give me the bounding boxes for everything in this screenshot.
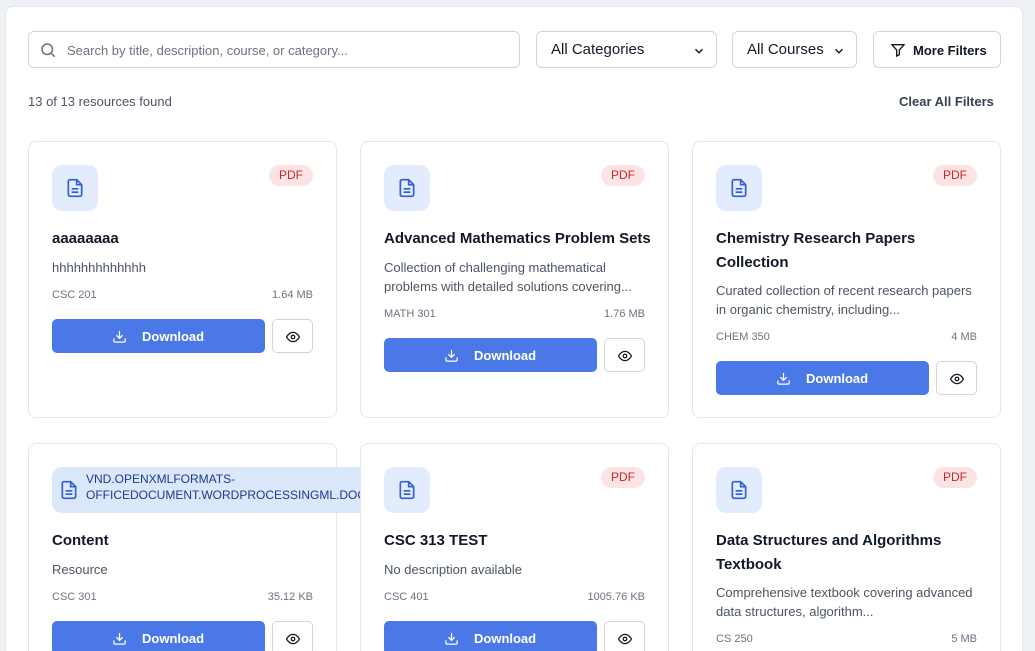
file-type-badge: PDF: [933, 467, 977, 488]
resource-size: 1.76 MB: [604, 308, 645, 320]
download-button[interactable]: Download: [384, 621, 597, 651]
file-text-icon: [67, 178, 83, 198]
download-button[interactable]: Download: [716, 361, 929, 395]
chevron-down-icon: [834, 48, 844, 54]
resource-card: PDF Chemistry Research Papers Collection…: [692, 141, 1001, 418]
eye-icon: [617, 350, 633, 362]
resource-course: CSC 201: [52, 289, 97, 301]
resource-description: No description available: [384, 562, 523, 577]
resource-size: 1.64 MB: [272, 289, 313, 301]
resource-title: Chemistry Research Papers Collection: [716, 230, 916, 271]
search-input[interactable]: Search by title, description, course, or…: [67, 43, 348, 58]
preview-button[interactable]: [604, 621, 645, 651]
resource-size: 1005.76 KB: [587, 591, 646, 603]
download-icon: [445, 349, 458, 362]
resource-course: CS 250: [716, 633, 753, 645]
download-icon: [777, 372, 790, 385]
preview-button[interactable]: [272, 319, 313, 353]
resource-description: Curated collection of recent research pa…: [716, 283, 972, 317]
file-type-badge: PDF: [269, 165, 313, 186]
download-button[interactable]: Download: [52, 319, 265, 353]
download-label: Download: [474, 348, 537, 363]
resource-card: PDF Advanced Mathematics Problem Sets Co…: [360, 141, 669, 418]
search-icon: [41, 43, 56, 58]
download-icon: [445, 632, 458, 645]
more-filters-label: More Filters: [913, 43, 987, 58]
resource-title: Data Structures and Algorithms Textbook: [716, 532, 942, 573]
course-select-value: All Courses: [747, 41, 824, 58]
download-icon: [113, 330, 126, 343]
resource-title: Advanced Mathematics Problem Sets: [384, 230, 651, 247]
resource-size: 5 MB: [951, 633, 977, 645]
resource-course: CSC 401: [384, 591, 429, 603]
resource-size: 4 MB: [951, 331, 977, 343]
file-type-badge: PDF: [933, 165, 977, 186]
eye-icon: [285, 331, 301, 343]
resource-card: VND.OPENXMLFORMATS-OFFICEDOCUMENT.WORDPR…: [28, 443, 412, 651]
filter-icon: [890, 44, 906, 58]
file-type-badge: PDF: [601, 467, 645, 488]
file-type-badge: PDF: [601, 165, 645, 186]
file-type-badge: VND.OPENXMLFORMATS-OFFICEDOCUMENT.WORDPR…: [52, 467, 412, 513]
clear-filters-button[interactable]: Clear All Filters: [899, 94, 994, 109]
resource-description: hhhhhhhhhhhhh: [52, 260, 146, 275]
file-text-icon: [731, 178, 747, 198]
resource-course: MATH 301: [384, 308, 436, 320]
file-icon-box: [384, 165, 430, 211]
file-text-icon: [61, 480, 77, 500]
eye-icon: [949, 373, 965, 385]
resource-course: CHEM 350: [716, 331, 770, 343]
more-filters-button[interactable]: More Filters: [873, 31, 1001, 68]
resource-card: PDF aaaaaaaa hhhhhhhhhhhhh CSC 201 1.64 …: [28, 141, 337, 418]
file-icon-box: [716, 165, 762, 211]
category-select-value: All Categories: [551, 41, 645, 58]
search-field[interactable]: Search by title, description, course, or…: [28, 31, 520, 68]
file-icon-box: [716, 467, 762, 513]
download-button[interactable]: Download: [52, 621, 265, 651]
resource-title: CSC 313 TEST: [384, 532, 488, 549]
file-type-label: VND.OPENXMLFORMATS-OFFICEDOCUMENT.WORDPR…: [86, 472, 393, 502]
resource-card: PDF Data Structures and Algorithms Textb…: [692, 443, 1001, 651]
resource-size: 35.12 KB: [267, 591, 313, 603]
file-icon-box: [384, 467, 430, 513]
download-label: Download: [474, 631, 537, 646]
download-label: Download: [806, 371, 869, 386]
category-select[interactable]: All Categories: [536, 31, 717, 68]
resource-title: Content: [52, 532, 109, 549]
eye-icon: [617, 633, 633, 645]
file-text-icon: [731, 480, 747, 500]
file-icon-box: [52, 165, 98, 211]
download-icon: [113, 632, 126, 645]
resource-title: aaaaaaaa: [52, 230, 119, 247]
preview-button[interactable]: [604, 338, 645, 372]
resource-description: Comprehensive textbook covering advanced…: [716, 585, 973, 619]
download-button[interactable]: Download: [384, 338, 597, 372]
resource-description: Resource: [52, 562, 108, 577]
file-text-icon: [399, 480, 415, 500]
preview-button[interactable]: [272, 621, 313, 651]
resource-card: PDF CSC 313 TEST No description availabl…: [360, 443, 669, 651]
file-text-icon: [399, 178, 415, 198]
download-label: Download: [142, 329, 205, 344]
download-label: Download: [142, 631, 205, 646]
results-count: 13 of 13 resources found: [28, 94, 172, 109]
resource-description: Collection of challenging mathematical p…: [384, 260, 632, 294]
chevron-down-icon: [694, 48, 704, 54]
resource-course: CSC 301: [52, 591, 97, 603]
course-select[interactable]: All Courses: [732, 31, 857, 68]
preview-button[interactable]: [936, 361, 977, 395]
eye-icon: [285, 633, 301, 645]
